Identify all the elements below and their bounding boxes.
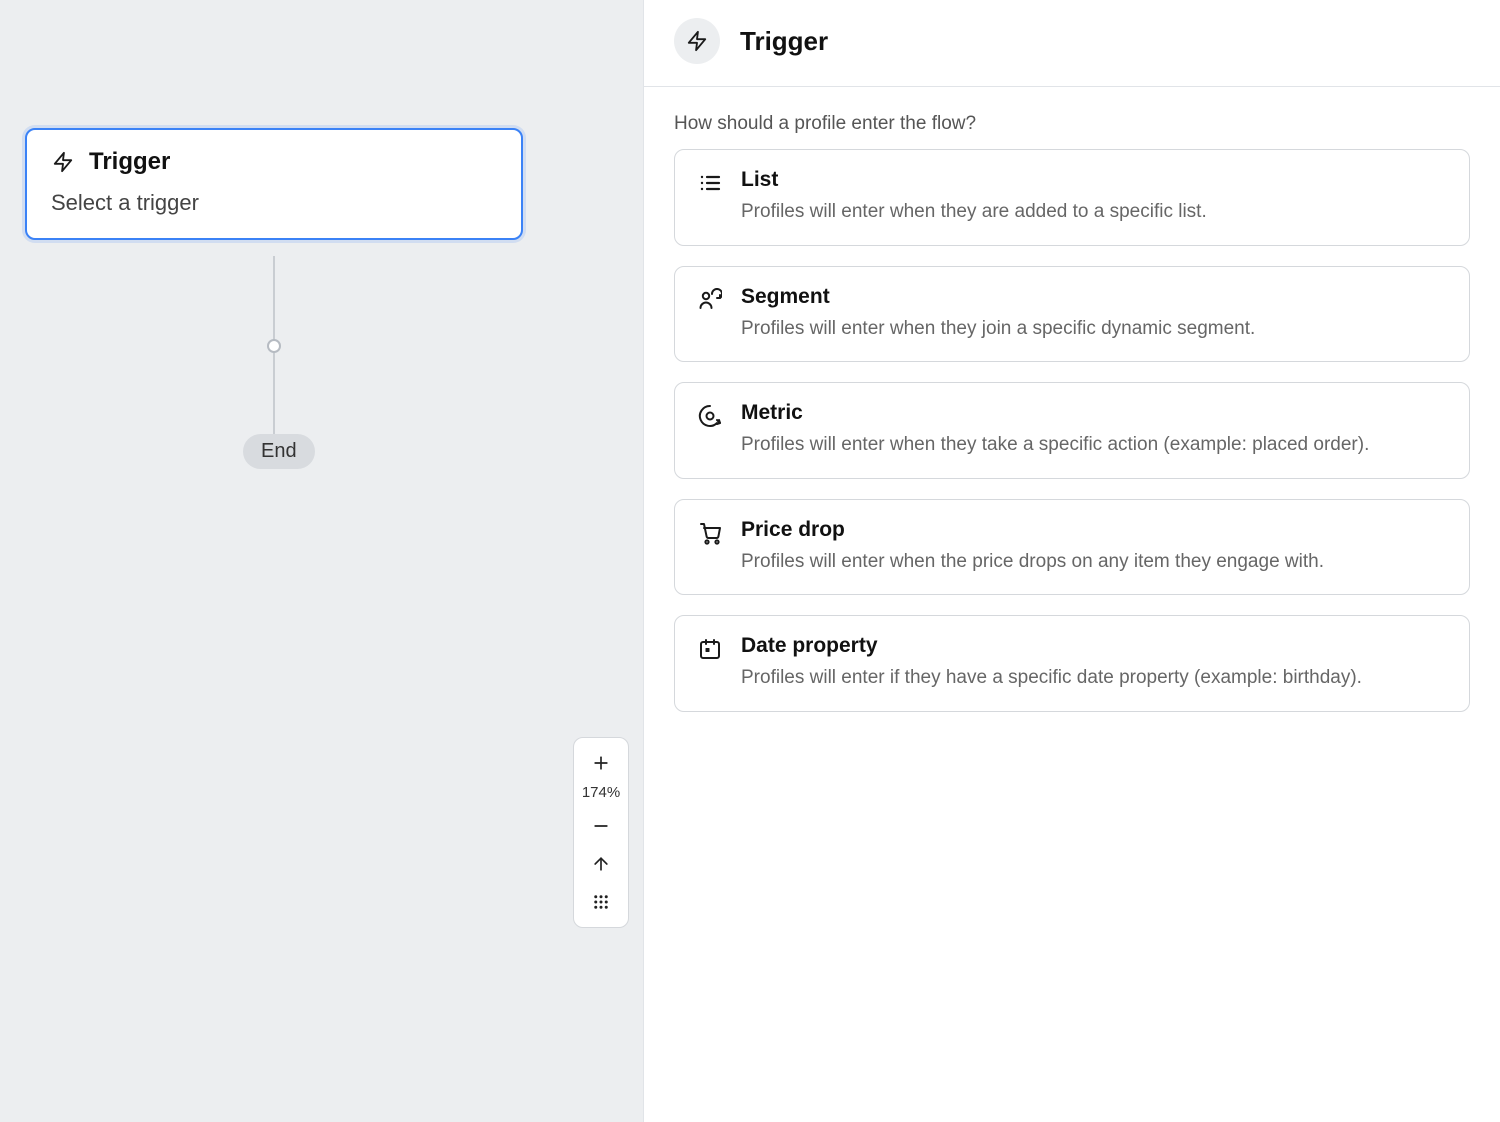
- option-title: Segment: [741, 285, 1447, 309]
- flow-end-label: End: [261, 440, 297, 462]
- lightning-icon: [674, 18, 720, 64]
- zoom-controls: 174%: [573, 737, 629, 928]
- option-title: Price drop: [741, 518, 1447, 542]
- option-title: List: [741, 168, 1447, 192]
- flow-add-node-handle[interactable]: [267, 339, 281, 353]
- zoom-in-button[interactable]: [579, 744, 623, 782]
- cart-icon: [697, 520, 723, 546]
- flow-canvas[interactable]: Trigger Select a trigger End 174%: [0, 0, 643, 1122]
- zoom-percent: 174%: [582, 782, 620, 807]
- trigger-option-metric[interactable]: Metric Profiles will enter when they tak…: [674, 382, 1470, 479]
- trigger-option-list[interactable]: List Profiles will enter when they are a…: [674, 149, 1470, 246]
- option-desc: Profiles will enter when they are added …: [741, 198, 1447, 227]
- trigger-option-segment[interactable]: Segment Profiles will enter when they jo…: [674, 266, 1470, 363]
- metric-icon: [697, 403, 723, 429]
- option-desc: Profiles will enter when they take a spe…: [741, 431, 1447, 460]
- option-desc: Profiles will enter when the price drops…: [741, 548, 1447, 577]
- trigger-node[interactable]: Trigger Select a trigger: [25, 128, 523, 240]
- trigger-option-price-drop[interactable]: Price drop Profiles will enter when the …: [674, 499, 1470, 596]
- trigger-node-subtitle: Select a trigger: [51, 190, 497, 216]
- option-title: Metric: [741, 401, 1447, 425]
- panel-title: Trigger: [740, 26, 828, 57]
- option-title: Date property: [741, 634, 1447, 658]
- panel-header: Trigger: [644, 0, 1500, 87]
- list-icon: [697, 170, 723, 196]
- trigger-config-panel: Trigger How should a profile enter the f…: [643, 0, 1500, 1122]
- grid-view-button[interactable]: [579, 883, 623, 921]
- trigger-node-title: Trigger: [89, 148, 170, 176]
- trigger-option-date-property[interactable]: Date property Profiles will enter if the…: [674, 615, 1470, 712]
- lightning-icon: [51, 150, 75, 174]
- option-desc: Profiles will enter if they have a speci…: [741, 664, 1447, 693]
- flow-end-node: End: [243, 434, 315, 469]
- calendar-icon: [697, 636, 723, 662]
- panel-question: How should a profile enter the flow?: [674, 113, 1470, 135]
- segment-icon: [697, 287, 723, 313]
- zoom-out-button[interactable]: [579, 807, 623, 845]
- zoom-reset-button[interactable]: [579, 845, 623, 883]
- option-desc: Profiles will enter when they join a spe…: [741, 315, 1447, 344]
